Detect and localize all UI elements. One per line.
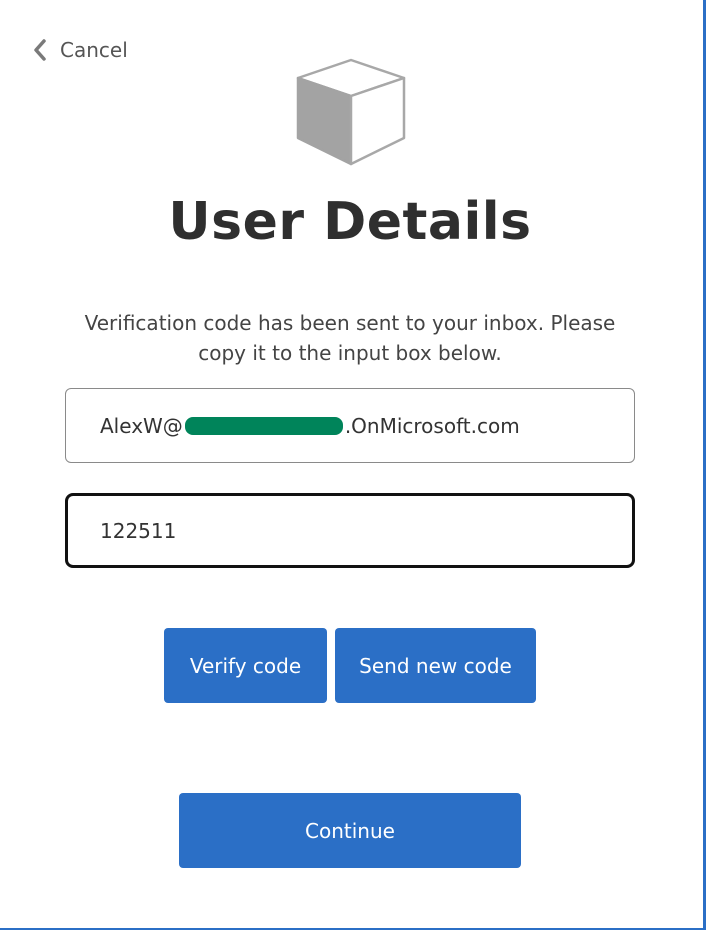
cancel-button[interactable]: Cancel (32, 36, 128, 64)
cancel-label: Cancel (60, 38, 128, 62)
send-new-code-button[interactable]: Send new code (335, 628, 536, 703)
cube-icon (296, 58, 406, 166)
redacted-text (184, 416, 343, 435)
verify-code-button[interactable]: Verify code (164, 628, 327, 703)
page-title: User Details (168, 192, 532, 252)
verification-message: Verification code has been sent to your … (84, 311, 616, 365)
email-field[interactable]: AlexW@ .OnMicrosoft.com (65, 388, 635, 463)
verification-code-input[interactable]: 122511 (65, 493, 635, 568)
chevron-left-icon (34, 39, 46, 61)
email-prefix: AlexW@ (100, 413, 183, 438)
verification-code-value: 122511 (100, 518, 177, 543)
user-details-page: Cancel User Details Verification code ha… (0, 0, 706, 930)
continue-button[interactable]: Continue (179, 793, 521, 868)
email-suffix: .OnMicrosoft.com (344, 413, 520, 438)
